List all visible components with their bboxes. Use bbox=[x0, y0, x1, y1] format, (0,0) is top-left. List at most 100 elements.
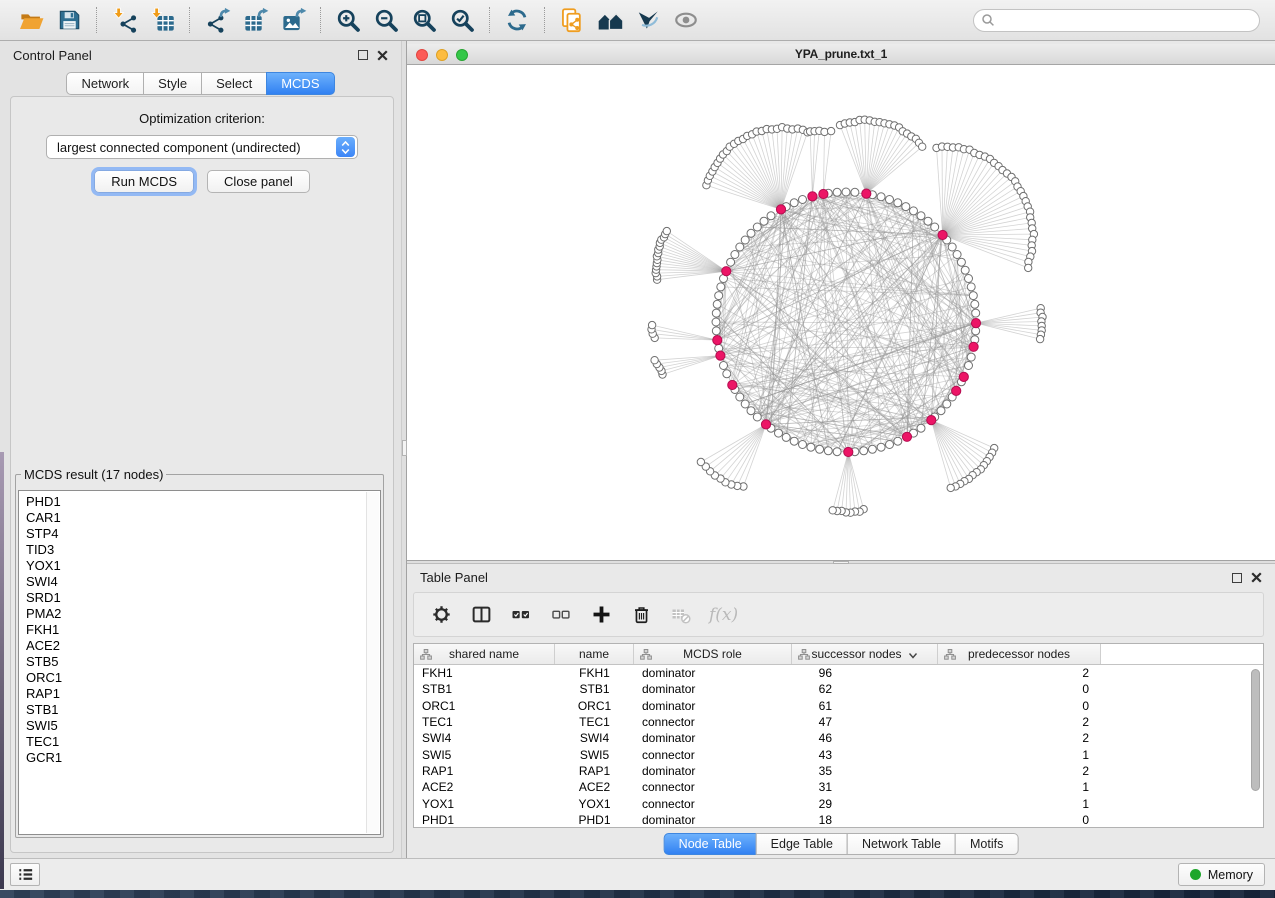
column-header-predecessor-nodes[interactable]: predecessor nodes bbox=[938, 644, 1101, 664]
close-panel-icon[interactable] bbox=[1251, 572, 1262, 583]
mcds-result-item[interactable]: YOX1 bbox=[26, 558, 380, 574]
select-all-columns-button[interactable] bbox=[509, 603, 533, 627]
add-column-button[interactable] bbox=[589, 603, 613, 627]
function-builder-icon[interactable]: f(x) bbox=[709, 605, 738, 625]
table-row[interactable]: FKH1FKH1dominator962 bbox=[414, 665, 1263, 681]
scrollbar-thumb[interactable] bbox=[1251, 669, 1260, 791]
table-options-button[interactable] bbox=[429, 603, 453, 627]
status-bar: Memory bbox=[0, 858, 1275, 890]
mcds-result-item[interactable]: PMA2 bbox=[26, 606, 380, 622]
mcds-result-item[interactable]: STP4 bbox=[26, 526, 380, 542]
graphics-details-button[interactable] bbox=[632, 4, 664, 36]
show-hide-details-button[interactable] bbox=[670, 4, 702, 36]
window-minimize-button[interactable] bbox=[436, 49, 448, 61]
column-header-mcds-role[interactable]: MCDS role bbox=[634, 644, 792, 664]
table-row[interactable]: STB1STB1dominator620 bbox=[414, 681, 1263, 697]
mcds-result-item[interactable]: SWI4 bbox=[26, 574, 380, 590]
table-scrollbar[interactable] bbox=[1250, 667, 1261, 825]
tab-network[interactable]: Network bbox=[66, 72, 144, 95]
mcds-result-item[interactable]: RAP1 bbox=[26, 686, 380, 702]
tab-node-table[interactable]: Node Table bbox=[664, 833, 757, 855]
import-network-button[interactable] bbox=[108, 4, 140, 36]
tab-network-table[interactable]: Network Table bbox=[847, 833, 956, 855]
close-mcds-panel-button[interactable]: Close panel bbox=[207, 170, 310, 193]
table-row[interactable]: SWI5SWI5connector431 bbox=[414, 746, 1263, 762]
mcds-result-item[interactable]: ACE2 bbox=[26, 638, 380, 654]
run-mcds-button[interactable]: Run MCDS bbox=[94, 170, 194, 193]
export-image-button[interactable] bbox=[277, 4, 309, 36]
cell-shared-name: FKH1 bbox=[414, 666, 555, 680]
optimization-select[interactable]: largest connected component (undirected) bbox=[46, 135, 358, 159]
export-network-icon bbox=[204, 7, 231, 34]
mcds-result-item[interactable]: PHD1 bbox=[26, 494, 380, 510]
table-row[interactable]: YOX1YOX1connector291 bbox=[414, 795, 1263, 811]
search-input[interactable] bbox=[999, 11, 1259, 29]
mcds-result-list[interactable]: PHD1CAR1STP4TID3YOX1SWI4SRD1PMA2FKH1ACE2… bbox=[18, 490, 381, 835]
cell-shared-name: TEC1 bbox=[414, 715, 555, 729]
cell-predecessor-nodes: 2 bbox=[938, 715, 1101, 729]
table-row[interactable]: ACE2ACE2connector311 bbox=[414, 779, 1263, 795]
refresh-icon bbox=[504, 7, 530, 33]
network-canvas[interactable] bbox=[407, 65, 1275, 560]
zoom-fit-button[interactable] bbox=[408, 4, 440, 36]
cell-mcds-role: dominator bbox=[634, 764, 792, 778]
table-row[interactable]: SWI4SWI4dominator462 bbox=[414, 730, 1263, 746]
tab-edge-table[interactable]: Edge Table bbox=[756, 833, 848, 855]
mcds-result-item[interactable]: ORC1 bbox=[26, 670, 380, 686]
table-row[interactable]: TEC1TEC1connector472 bbox=[414, 714, 1263, 730]
zoom-out-button[interactable] bbox=[370, 4, 402, 36]
first-neighbors-button[interactable] bbox=[594, 4, 626, 36]
mcds-result-item[interactable]: SWI5 bbox=[26, 718, 380, 734]
open-folder-icon bbox=[18, 7, 45, 34]
delete-columns-button[interactable] bbox=[629, 603, 653, 627]
network-view: YPA_prune.txt_1 bbox=[407, 41, 1275, 560]
close-panel-icon[interactable] bbox=[377, 50, 388, 61]
column-header-name[interactable]: name bbox=[555, 644, 634, 664]
float-panel-icon[interactable] bbox=[1232, 573, 1242, 583]
float-panel-icon[interactable] bbox=[358, 50, 368, 60]
mcds-result-item[interactable]: FKH1 bbox=[26, 622, 380, 638]
column-header-successor-nodes[interactable]: successor nodes bbox=[792, 644, 938, 664]
new-network-from-selection-button[interactable] bbox=[556, 4, 588, 36]
table-row[interactable]: RAP1RAP1dominator352 bbox=[414, 763, 1263, 779]
tab-motifs[interactable]: Motifs bbox=[955, 833, 1018, 855]
cell-name: ACE2 bbox=[555, 780, 634, 794]
export-table-button[interactable] bbox=[239, 4, 271, 36]
table-row[interactable]: ORC1ORC1dominator610 bbox=[414, 698, 1263, 714]
cell-name: SWI5 bbox=[555, 748, 634, 762]
window-close-button[interactable] bbox=[416, 49, 428, 61]
zoom-selected-button[interactable] bbox=[446, 4, 478, 36]
zoom-in-button[interactable] bbox=[332, 4, 364, 36]
mcds-result-item[interactable]: STB1 bbox=[26, 702, 380, 718]
import-table-button[interactable] bbox=[146, 4, 178, 36]
table-row[interactable]: PHD1PHD1dominator180 bbox=[414, 812, 1263, 828]
mcds-result-item[interactable]: TEC1 bbox=[26, 734, 380, 750]
mcds-panel: Optimization criterion: largest connecte… bbox=[10, 96, 394, 853]
open-file-button[interactable] bbox=[15, 4, 47, 36]
mcds-result-item[interactable]: SRD1 bbox=[26, 590, 380, 606]
network-graph[interactable] bbox=[407, 65, 1275, 559]
deselect-all-columns-button[interactable] bbox=[549, 603, 573, 627]
mcds-result-item[interactable]: TID3 bbox=[26, 542, 380, 558]
mcds-result-item[interactable]: GCR1 bbox=[26, 750, 380, 766]
cell-predecessor-nodes: 2 bbox=[938, 666, 1101, 680]
cell-mcds-role: dominator bbox=[634, 682, 792, 696]
tab-select[interactable]: Select bbox=[201, 72, 267, 95]
mcds-result-item[interactable]: STB5 bbox=[26, 654, 380, 670]
column-header-shared-name[interactable]: shared name bbox=[414, 644, 555, 664]
memory-button[interactable]: Memory bbox=[1178, 863, 1265, 886]
delete-table-button[interactable] bbox=[669, 603, 693, 627]
apply-layout-button[interactable] bbox=[501, 4, 533, 36]
task-history-button[interactable] bbox=[10, 863, 40, 886]
save-session-button[interactable] bbox=[53, 4, 85, 36]
export-network-button[interactable] bbox=[201, 4, 233, 36]
control-panel-header: Control Panel bbox=[0, 41, 401, 69]
import-network-icon bbox=[111, 7, 138, 34]
cell-name: SWI4 bbox=[555, 731, 634, 745]
mcds-result-item[interactable]: CAR1 bbox=[26, 510, 380, 526]
tab-style[interactable]: Style bbox=[143, 72, 202, 95]
window-maximize-button[interactable] bbox=[456, 49, 468, 61]
tab-mcds[interactable]: MCDS bbox=[266, 72, 334, 95]
toggle-panel-mode-button[interactable] bbox=[469, 603, 493, 627]
column-label: shared name bbox=[449, 647, 519, 661]
